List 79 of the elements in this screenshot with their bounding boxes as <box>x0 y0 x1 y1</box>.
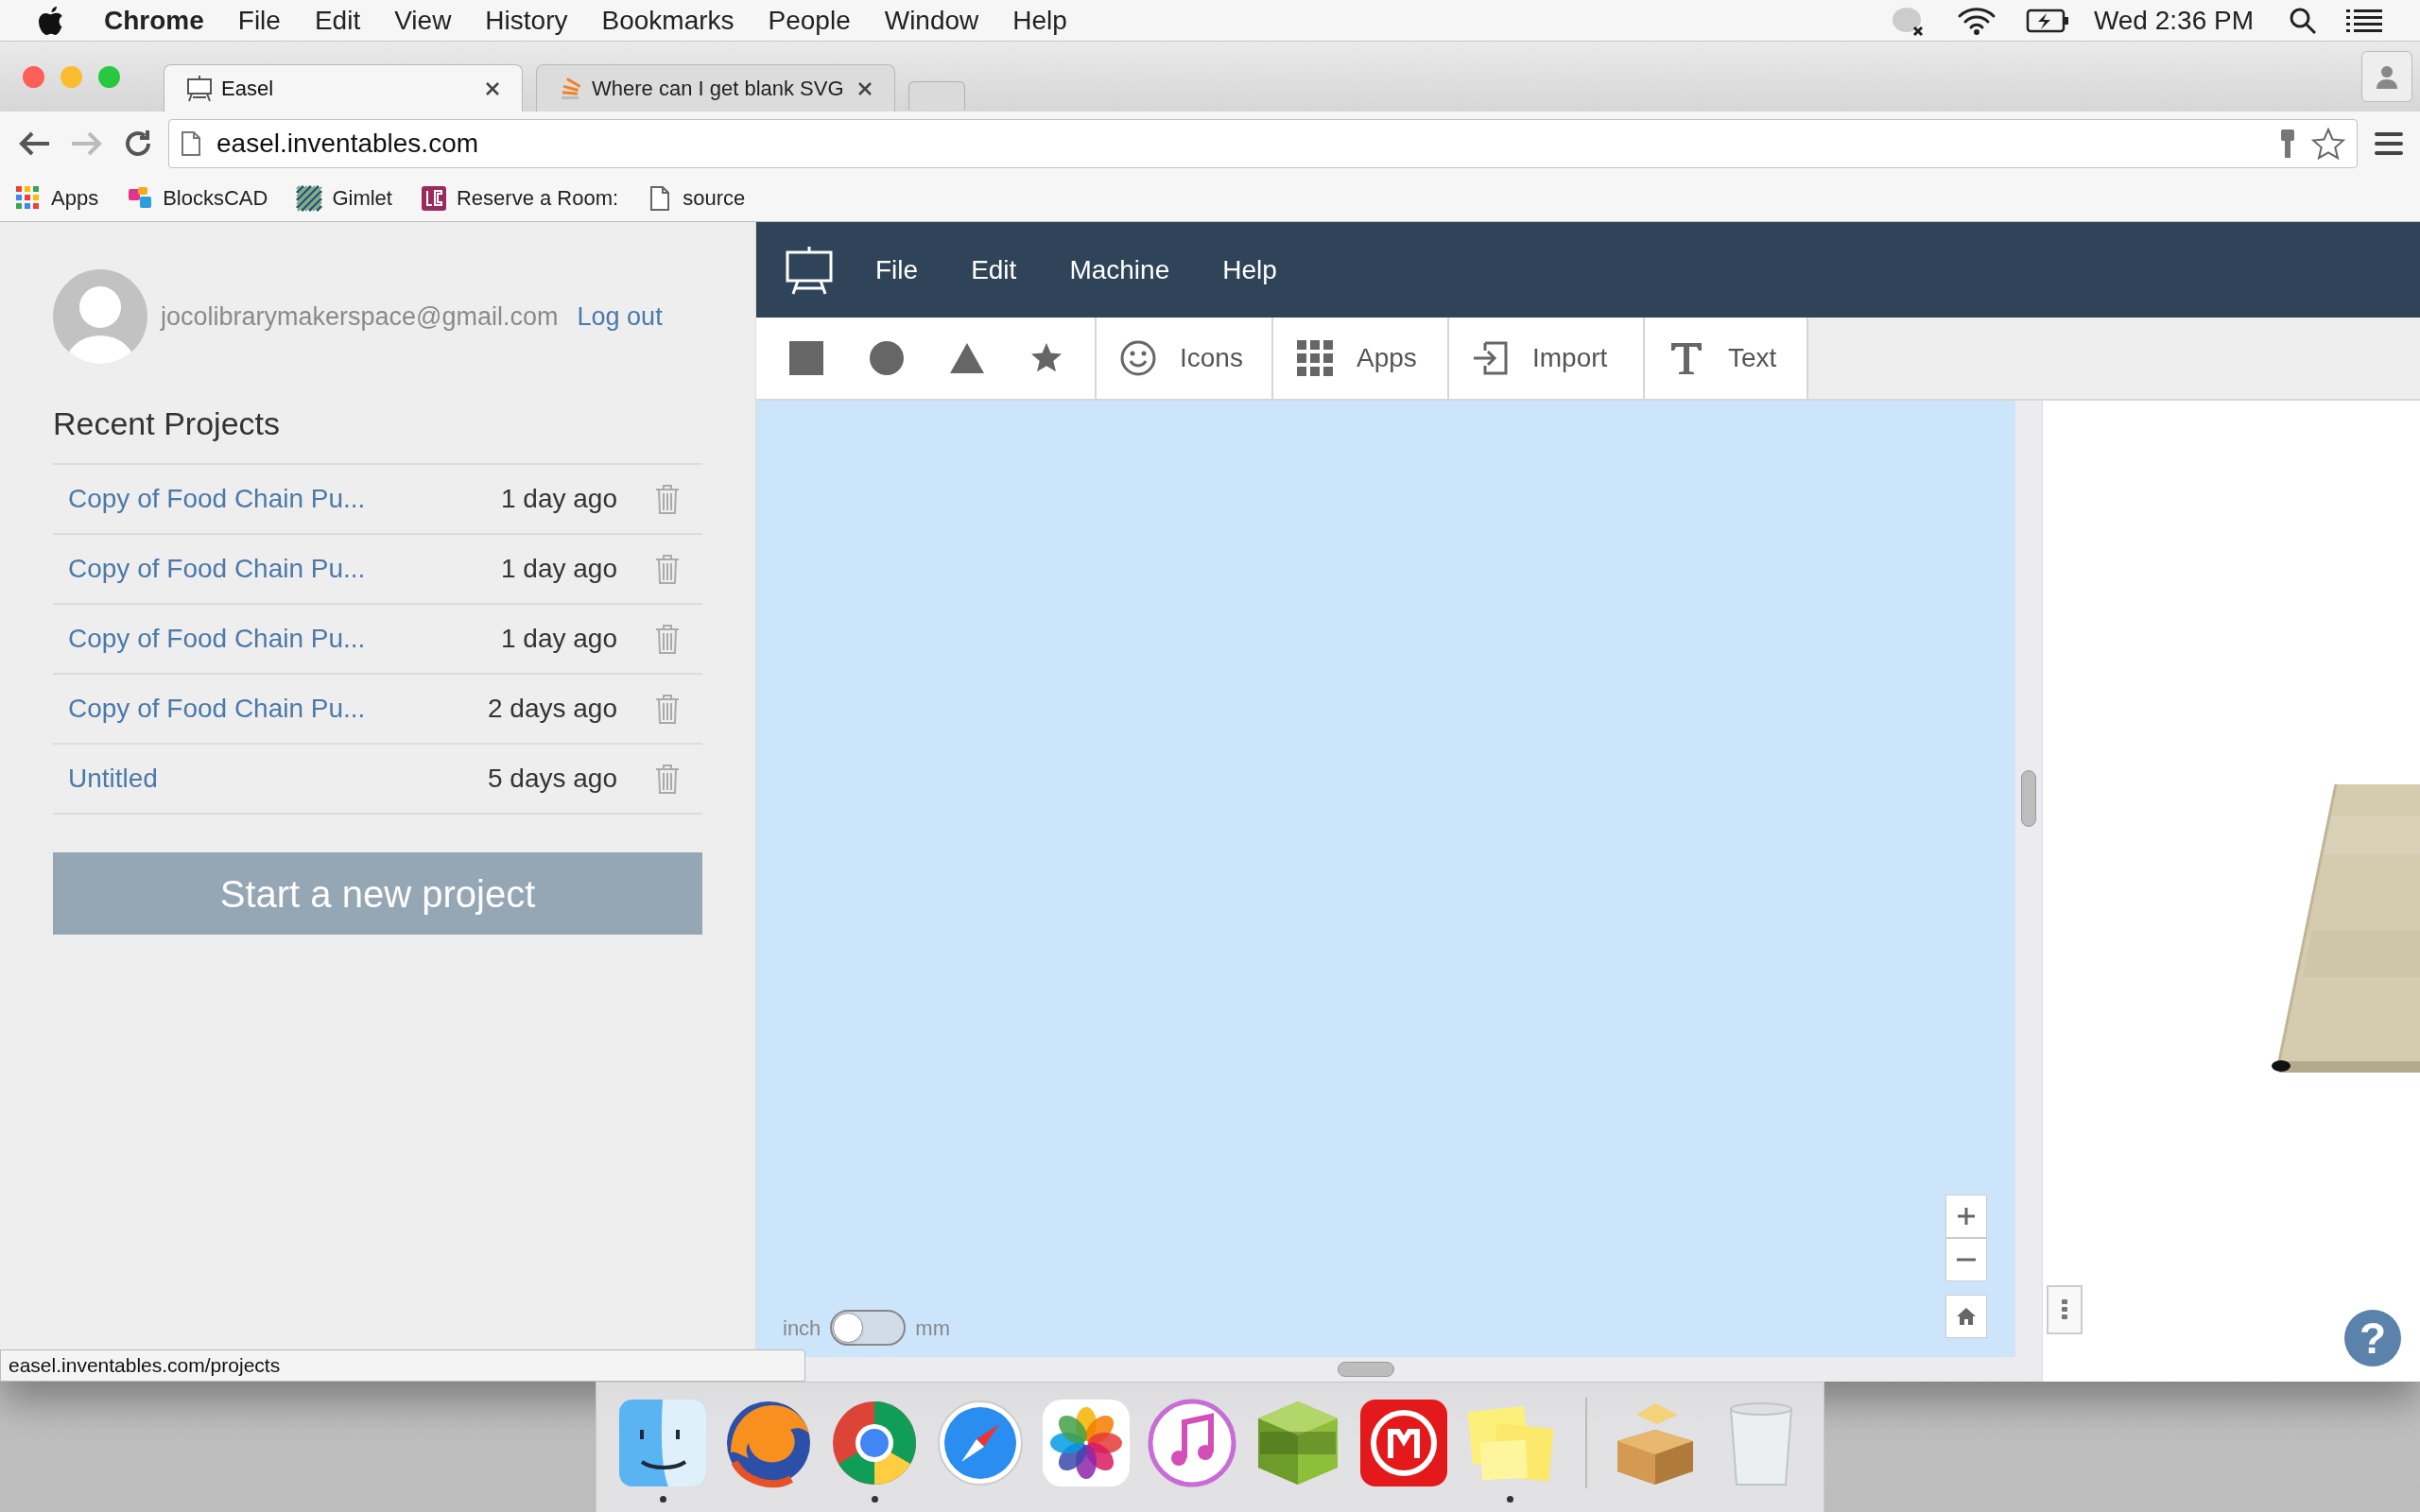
tool-button[interactable]: Apps <box>1273 318 1449 399</box>
profile-button[interactable] <box>2361 51 2412 102</box>
app-menu[interactable]: Chrome <box>104 0 204 41</box>
zoom-out-icon <box>1957 1258 1976 1262</box>
url-text: easel.inventables.com <box>216 127 480 160</box>
app-menu-item[interactable]: Help <box>1222 249 1277 290</box>
browser-tab[interactable]: Easel <box>164 64 523 112</box>
tab-title: Where can I get blank SVG <box>592 76 845 102</box>
email-text: jocolibrarymakerspace@gmail.com <box>161 301 559 333</box>
bookmark-link[interactable]: Reserve a Room: <box>456 182 619 214</box>
bookmark-link[interactable]: Gimlet <box>332 182 392 214</box>
menu-item[interactable]: File <box>237 0 281 41</box>
status-url: easel.inventables.com/projects <box>0 1349 805 1382</box>
import-icon <box>1472 339 1510 377</box>
clock-text[interactable]: Wed 2:36 PM <box>2093 0 2254 41</box>
unit-label: inch <box>783 1314 821 1342</box>
project-link[interactable]: Copy of Food Chain Pu... <box>68 549 501 589</box>
square-icon[interactable] <box>787 340 824 376</box>
tool-button[interactable]: Icons <box>1097 318 1273 399</box>
menu-item[interactable]: View <box>394 0 452 41</box>
home-icon <box>1956 1306 1977 1327</box>
bookmark-link[interactable]: source <box>683 182 746 214</box>
page-icon <box>181 129 201 157</box>
person-icon <box>2374 63 2400 90</box>
project-age: 5 days ago <box>488 763 617 795</box>
easel-icon <box>185 74 214 103</box>
scrollbar-thumb[interactable] <box>2021 770 2036 827</box>
project-link[interactable]: Copy of Food Chain Pu... <box>68 619 501 659</box>
app-menu-item[interactable]: File <box>875 249 919 290</box>
project-link[interactable]: Copy of Food Chain Pu... <box>68 689 488 729</box>
section-title: Recent Projects <box>53 404 281 443</box>
project-age: 1 day ago <box>501 553 617 585</box>
triangle-icon[interactable] <box>948 342 985 374</box>
project-age: 1 day ago <box>501 483 617 515</box>
easel-icon[interactable] <box>785 244 834 296</box>
tab-title: Easel <box>221 76 275 102</box>
unit-label: mm <box>915 1314 950 1342</box>
star-icon[interactable] <box>1028 342 1063 374</box>
app-menu-item[interactable]: Machine <box>1069 249 1170 290</box>
dots-icon <box>2061 1298 2068 1321</box>
close-icon[interactable] <box>856 79 873 97</box>
app-menu-item[interactable]: Edit <box>971 249 1017 290</box>
circle-icon[interactable] <box>868 340 905 376</box>
logout-link[interactable]: Log out <box>577 297 663 336</box>
browser-tab[interactable]: Where can I get blank SVG <box>536 64 895 112</box>
project-age: 1 day ago <box>501 623 617 655</box>
menu-item[interactable]: Help <box>1012 0 1067 41</box>
bookmark-link[interactable]: BlocksCAD <box>163 182 268 214</box>
bookmark-link[interactable]: Apps <box>51 182 99 214</box>
project-age: 2 days ago <box>488 693 617 725</box>
more-options-button[interactable] <box>2047 1285 2083 1334</box>
project-link[interactable]: Untitled <box>68 759 488 799</box>
project-link[interactable]: Copy of Food Chain Pu... <box>68 479 501 519</box>
help-button[interactable]: ? <box>2344 1310 2401 1366</box>
home-button[interactable] <box>1945 1295 1987 1338</box>
unit-toggle[interactable] <box>830 1310 907 1346</box>
star-icon[interactable] <box>2311 127 2345 160</box>
square-logo-icon <box>420 184 447 212</box>
list-icon[interactable] <box>2346 8 2382 33</box>
smiley-icon <box>1119 339 1157 377</box>
menu-item[interactable]: Bookmarks <box>601 0 735 41</box>
tool-button[interactable]: Import <box>1449 318 1645 399</box>
address-bar[interactable]: easel.inventables.com <box>168 118 2358 168</box>
close-window-button[interactable] <box>23 65 44 88</box>
grid-icon <box>1296 339 1334 377</box>
tool-button[interactable]: Text <box>1645 318 1808 399</box>
menu-icon[interactable] <box>2375 129 2403 157</box>
menu-item[interactable]: People <box>768 0 851 41</box>
zoom-in-icon <box>1956 1206 1977 1227</box>
scrollbar-thumb[interactable] <box>1338 1362 1394 1377</box>
stripes-icon <box>296 184 323 212</box>
apps-grid-icon <box>15 184 42 212</box>
menu-item[interactable]: Window <box>884 0 979 41</box>
reload-icon[interactable] <box>123 128 153 159</box>
key-icon[interactable] <box>2279 127 2296 160</box>
menu-item[interactable]: Edit <box>314 0 361 41</box>
close-icon[interactable] <box>484 79 501 97</box>
menu-item[interactable]: History <box>485 0 568 41</box>
zoom-in-button[interactable] <box>1945 1194 1987 1238</box>
